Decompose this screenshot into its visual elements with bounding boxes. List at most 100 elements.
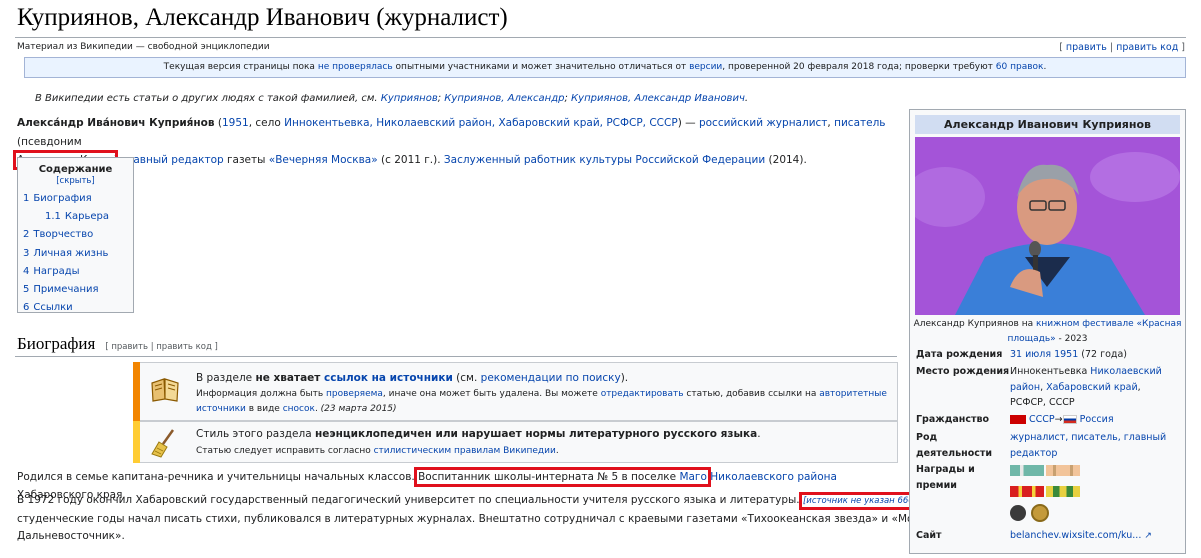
arrow: → (1054, 414, 1063, 425)
toc-item[interactable]: 1.1 Карьера (23, 208, 128, 226)
edit-code-link[interactable]: править код (1116, 42, 1178, 53)
toc-item[interactable]: 3 Личная жизнь (23, 245, 128, 263)
sources-link[interactable]: ссылок на источники (324, 372, 453, 384)
occupation-link[interactable]: писатель (834, 117, 885, 129)
text: (псевдоним (17, 135, 82, 148)
hatnote-link[interactable]: Куприянов, Александр (444, 93, 564, 104)
ribbon-row (1010, 463, 1179, 479)
district-link[interactable]: Николаевского района (710, 471, 837, 483)
text: неэнциклопедичен или нарушает нормы лите… (314, 428, 758, 440)
newspaper-link[interactable]: «Вечерняя Москва» (269, 154, 378, 166)
toc-item[interactable]: 2 Творчество (23, 226, 128, 244)
search-guidelines-link[interactable]: рекомендации по поиску (481, 372, 621, 384)
toc-link[interactable]: Ссылки (33, 302, 72, 313)
toc-number: 4 (23, 265, 30, 277)
russia-link[interactable]: Россия (1080, 414, 1114, 425)
edit-article-link[interactable]: отредактировать (601, 389, 684, 399)
text: (см. (452, 372, 481, 384)
text: (72 года) (1078, 349, 1127, 360)
row-label: Дата рождения (916, 349, 1003, 360)
infobox-row-birth: Дата рождения 31 июля 1951 (72 года) (916, 347, 1179, 363)
notice-text: . (1043, 62, 1047, 72)
medal-icon[interactable] (1031, 504, 1050, 522)
text: . (757, 428, 761, 440)
region-link[interactable]: Хабаровский край (1046, 382, 1138, 393)
medal-ribbon[interactable] (1046, 485, 1080, 497)
section-heading: Биография [ править | править код ] (17, 334, 218, 354)
award-link[interactable]: Заслуженный работник культуры Российской… (444, 154, 765, 166)
intro-paragraph: Алекса́ндр Ива́нович Куприя́нов (1951, с… (13, 114, 899, 170)
flagged-revision-notice: Текущая версия страницы пока не проверял… (24, 57, 1186, 78)
edit-link[interactable]: править (1066, 42, 1107, 53)
text: (2014). (765, 154, 807, 166)
toc-link[interactable]: Биография (33, 193, 91, 204)
mago-link[interactable]: Маго (679, 471, 706, 483)
toc-item[interactable]: 5 Примечания (23, 281, 128, 299)
flag-ussr-icon (1010, 415, 1026, 424)
row-label: Сайт (916, 530, 942, 541)
text: Александр Куприянов на (913, 319, 1036, 329)
toc-header: Содержание [скрыть] (23, 164, 128, 186)
infobox-row-birthplace: Место рождения Иннокентьевка Николаевски… (916, 364, 1179, 410)
medal-ribbon[interactable] (1046, 465, 1080, 476)
refimprove-notice: В разделе не хватает ссылок на источники… (133, 362, 898, 421)
infobox-row-website: Сайт belanchev.wixsite.com/ku... ↗ (916, 528, 1179, 544)
row-label: Гражданство (916, 414, 990, 425)
medal-ribbon[interactable] (1010, 465, 1044, 476)
birth-year-link[interactable]: 1951 (222, 117, 249, 129)
section-edit-links[interactable]: [ править | править код ] (105, 342, 218, 352)
not-checked-link[interactable]: не проверялась (318, 62, 393, 72)
row-value: Иннокентьевка Николаевский район, Хабаро… (1010, 364, 1179, 411)
text: В 1972 году окончил Хабаровский государс… (17, 494, 800, 506)
toc-link[interactable]: Личная жизнь (33, 248, 108, 259)
website-link[interactable]: belanchev.wixsite.com/ku... (1010, 530, 1141, 541)
medal-icon[interactable] (1010, 505, 1026, 521)
style-rules-link[interactable]: стилистическим правилам Википедии (374, 446, 556, 456)
row-label: Место рождения (916, 366, 1010, 377)
notice-line: В разделе не хватает ссылок на источники… (196, 370, 889, 387)
toc-item[interactable]: 6 Ссылки (23, 299, 128, 317)
text: ) — (677, 117, 699, 129)
footnotes-link[interactable]: сносок (283, 404, 315, 414)
section-divider (15, 356, 897, 357)
version-link[interactable]: версии (689, 62, 722, 72)
toc-link[interactable]: Примечания (33, 284, 98, 295)
text: , село (248, 117, 285, 129)
infobox-title: Александр Иванович Куприянов (915, 115, 1180, 134)
text: ( (214, 117, 222, 129)
notice-text: опытными участниками и может значительно… (392, 62, 690, 72)
toc-link[interactable]: Награды (33, 266, 79, 277)
hatnote: В Википедии есть статьи о других людях с… (35, 93, 748, 104)
verifiable-link[interactable]: проверяема (326, 389, 383, 399)
birth-date-link[interactable]: 31 июля 1951 (1010, 349, 1078, 360)
hatnote-link[interactable]: Куприянов (381, 93, 438, 104)
toc-title: Содержание (38, 164, 113, 175)
pending-edits-link[interactable]: 60 правок (996, 62, 1044, 72)
toc-link[interactable]: Карьера (65, 211, 109, 222)
medal-ribbon[interactable] (1010, 485, 1044, 497)
editor-link[interactable]: главный редактор (121, 154, 224, 166)
toc-item[interactable]: 1 Биография (23, 190, 128, 208)
text: Статью следует исправить согласно (196, 446, 374, 456)
section-title: Биография (17, 334, 96, 353)
sources-link[interactable]: источники (196, 404, 246, 414)
toc-item[interactable]: 4 Награды (23, 263, 128, 281)
reliable-link[interactable]: авторитетные (819, 389, 887, 399)
text: статью, добавив ссылки на (683, 389, 820, 399)
notice-line: Информация должна быть проверяема, иначе… (196, 387, 889, 402)
ribbon-row (1010, 484, 1179, 500)
hatnote-link[interactable]: Куприянов, Александр Иванович (571, 93, 745, 104)
toc-link[interactable]: Творчество (33, 229, 93, 240)
text: . (555, 446, 559, 456)
occupation-link[interactable]: журналист, писатель, главный редактор (1010, 430, 1179, 461)
infobox-row-citizenship: Гражданство СССР→ Россия (916, 412, 1179, 428)
site-subtitle: Материал из Википедии — свободной энцикл… (17, 42, 270, 52)
toc-number: 1 (23, 193, 30, 204)
occupation-link[interactable]: российский журналист (699, 117, 827, 129)
ussr-link[interactable]: СССР (1029, 414, 1055, 425)
text: не хватает (255, 372, 325, 384)
toc-hide-toggle[interactable]: [скрыть] (56, 176, 95, 186)
portrait-photo[interactable] (915, 137, 1180, 315)
birthplace-link[interactable]: Иннокентьевка, Николаевский район, Хабар… (284, 117, 678, 129)
hatnote-end: . (744, 93, 749, 104)
